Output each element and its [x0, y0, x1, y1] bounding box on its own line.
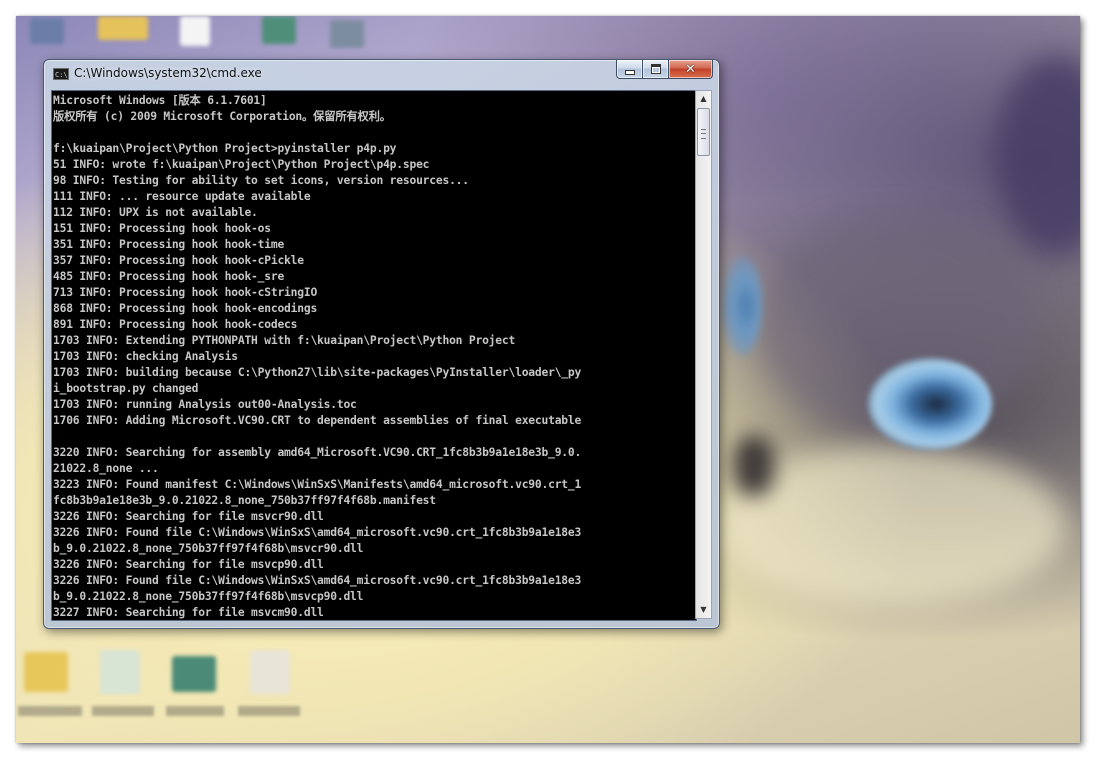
console-line: 351 INFO: Processing hook hook-time [53, 238, 285, 251]
desktop-shortcut-icon[interactable] [30, 18, 64, 44]
scroll-thumb[interactable] [697, 108, 710, 156]
console-line: 3223 INFO: Found manifest C:\Windows\Win… [53, 478, 582, 491]
console-line: 3226 INFO: Searching for file msvcr90.dl… [53, 510, 324, 523]
console-line: 51 INFO: wrote f:\kuaipan\Project\Python… [53, 158, 430, 171]
console-line: 3226 INFO: Found file C:\Windows\WinSxS\… [53, 526, 582, 539]
window-controls: ✕ [616, 60, 713, 79]
console-line: 1703 INFO: checking Analysis [53, 350, 238, 363]
desktop-icon-label [92, 706, 154, 716]
window-title: C:\Windows\system32\cmd.exe [74, 66, 262, 80]
desktop-document-icon[interactable] [180, 16, 210, 46]
desktop-icon-label [166, 706, 224, 716]
scroll-down-button[interactable]: ▼ [696, 602, 711, 618]
console-line: 版权所有 (c) 2009 Microsoft Corporation。保留所有… [53, 110, 391, 123]
console-line: Microsoft Windows [版本 6.1.7601] [53, 94, 267, 107]
minimize-icon [624, 69, 635, 75]
console-line: 21022.8_none ... [53, 462, 159, 475]
console-line: 3227 INFO: Searching for file msvcm90.dl… [53, 606, 324, 619]
console-line: b_9.0.21022.8_none_750b37ff97f4f68b\msvc… [53, 590, 364, 603]
console-line: 891 INFO: Processing hook hook-codecs [53, 318, 298, 331]
console-line: 3226 INFO: Searching for file msvcp90.dl… [53, 558, 324, 571]
console-line: 1703 INFO: Extending PYTHONPATH with f:\… [53, 334, 516, 347]
wallpaper-cat-eye-left [722, 256, 762, 356]
close-icon: ✕ [685, 61, 696, 77]
desktop-document-icon[interactable] [100, 650, 140, 694]
console-lines: Microsoft Windows [版本 6.1.7601] 版权所有 (c) … [53, 93, 582, 620]
console-line: 3220 INFO: Searching for assembly amd64_… [53, 446, 582, 459]
wallpaper-cat-ear [996, 56, 1080, 256]
console-line: b_9.0.21022.8_none_750b37ff97f4f68b\msvc… [53, 542, 364, 555]
console-line: 1706 INFO: Adding Microsoft.VC90.CRT to … [53, 414, 582, 427]
title-bar[interactable]: C:\ C:\Windows\system32\cmd.exe ✕ [44, 60, 719, 88]
console-line: 151 INFO: Processing hook hook-os [53, 222, 271, 235]
console-line: i_bootstrap.py changed [53, 382, 199, 395]
desktop-folder-icon[interactable] [98, 16, 148, 40]
maximize-button[interactable] [643, 60, 669, 79]
console-line: 357 INFO: Processing hook hook-cPickle [53, 254, 304, 267]
desktop-icon-label [238, 706, 300, 716]
maximize-icon [650, 64, 661, 74]
console-line: 868 INFO: Processing hook hook-encodings [53, 302, 318, 315]
cmd-window[interactable]: C:\ C:\Windows\system32\cmd.exe ✕ Micros… [43, 59, 720, 629]
wallpaper-cat-eye-right [868, 358, 992, 450]
console-line: fc8b3b9a1e18e3b_9.0.21022.8_none_750b37f… [53, 494, 436, 507]
desktop-icon-label [18, 706, 82, 716]
console-line: 111 INFO: ... resource update available [53, 190, 311, 203]
desktop-app-icon[interactable] [330, 20, 364, 48]
desktop-folder-icon[interactable] [24, 652, 68, 692]
scroll-up-button[interactable]: ▲ [696, 91, 711, 107]
desktop-python-file-icon[interactable] [250, 650, 290, 694]
minimize-button[interactable] [616, 60, 643, 79]
console-line: f:\kuaipan\Project\Python Project>pyinst… [53, 142, 397, 155]
close-button[interactable]: ✕ [669, 60, 713, 79]
console-line: 713 INFO: Processing hook hook-cStringIO [53, 286, 318, 299]
wallpaper-cat-nose [734, 436, 774, 496]
desktop-spreadsheet-icon[interactable] [172, 656, 216, 692]
console-output[interactable]: Microsoft Windows [版本 6.1.7601] 版权所有 (c) … [51, 90, 697, 621]
desktop-spreadsheet-icon[interactable] [262, 16, 296, 44]
console-line: 1703 INFO: running Analysis out00-Analys… [53, 398, 357, 411]
console-line: 98 INFO: Testing for ability to set icon… [53, 174, 469, 187]
grip-icon [701, 129, 706, 139]
console-line: 1703 INFO: building because C:\Python27\… [53, 366, 582, 379]
cmd-icon[interactable]: C:\ [53, 68, 69, 80]
vertical-scrollbar[interactable]: ▲ ▼ [695, 90, 712, 619]
console-line: 3226 INFO: Found file C:\Windows\WinSxS\… [53, 574, 582, 587]
console-line: 112 INFO: UPX is not available. [53, 206, 258, 219]
console-line: 485 INFO: Processing hook hook-_sre [53, 270, 285, 283]
